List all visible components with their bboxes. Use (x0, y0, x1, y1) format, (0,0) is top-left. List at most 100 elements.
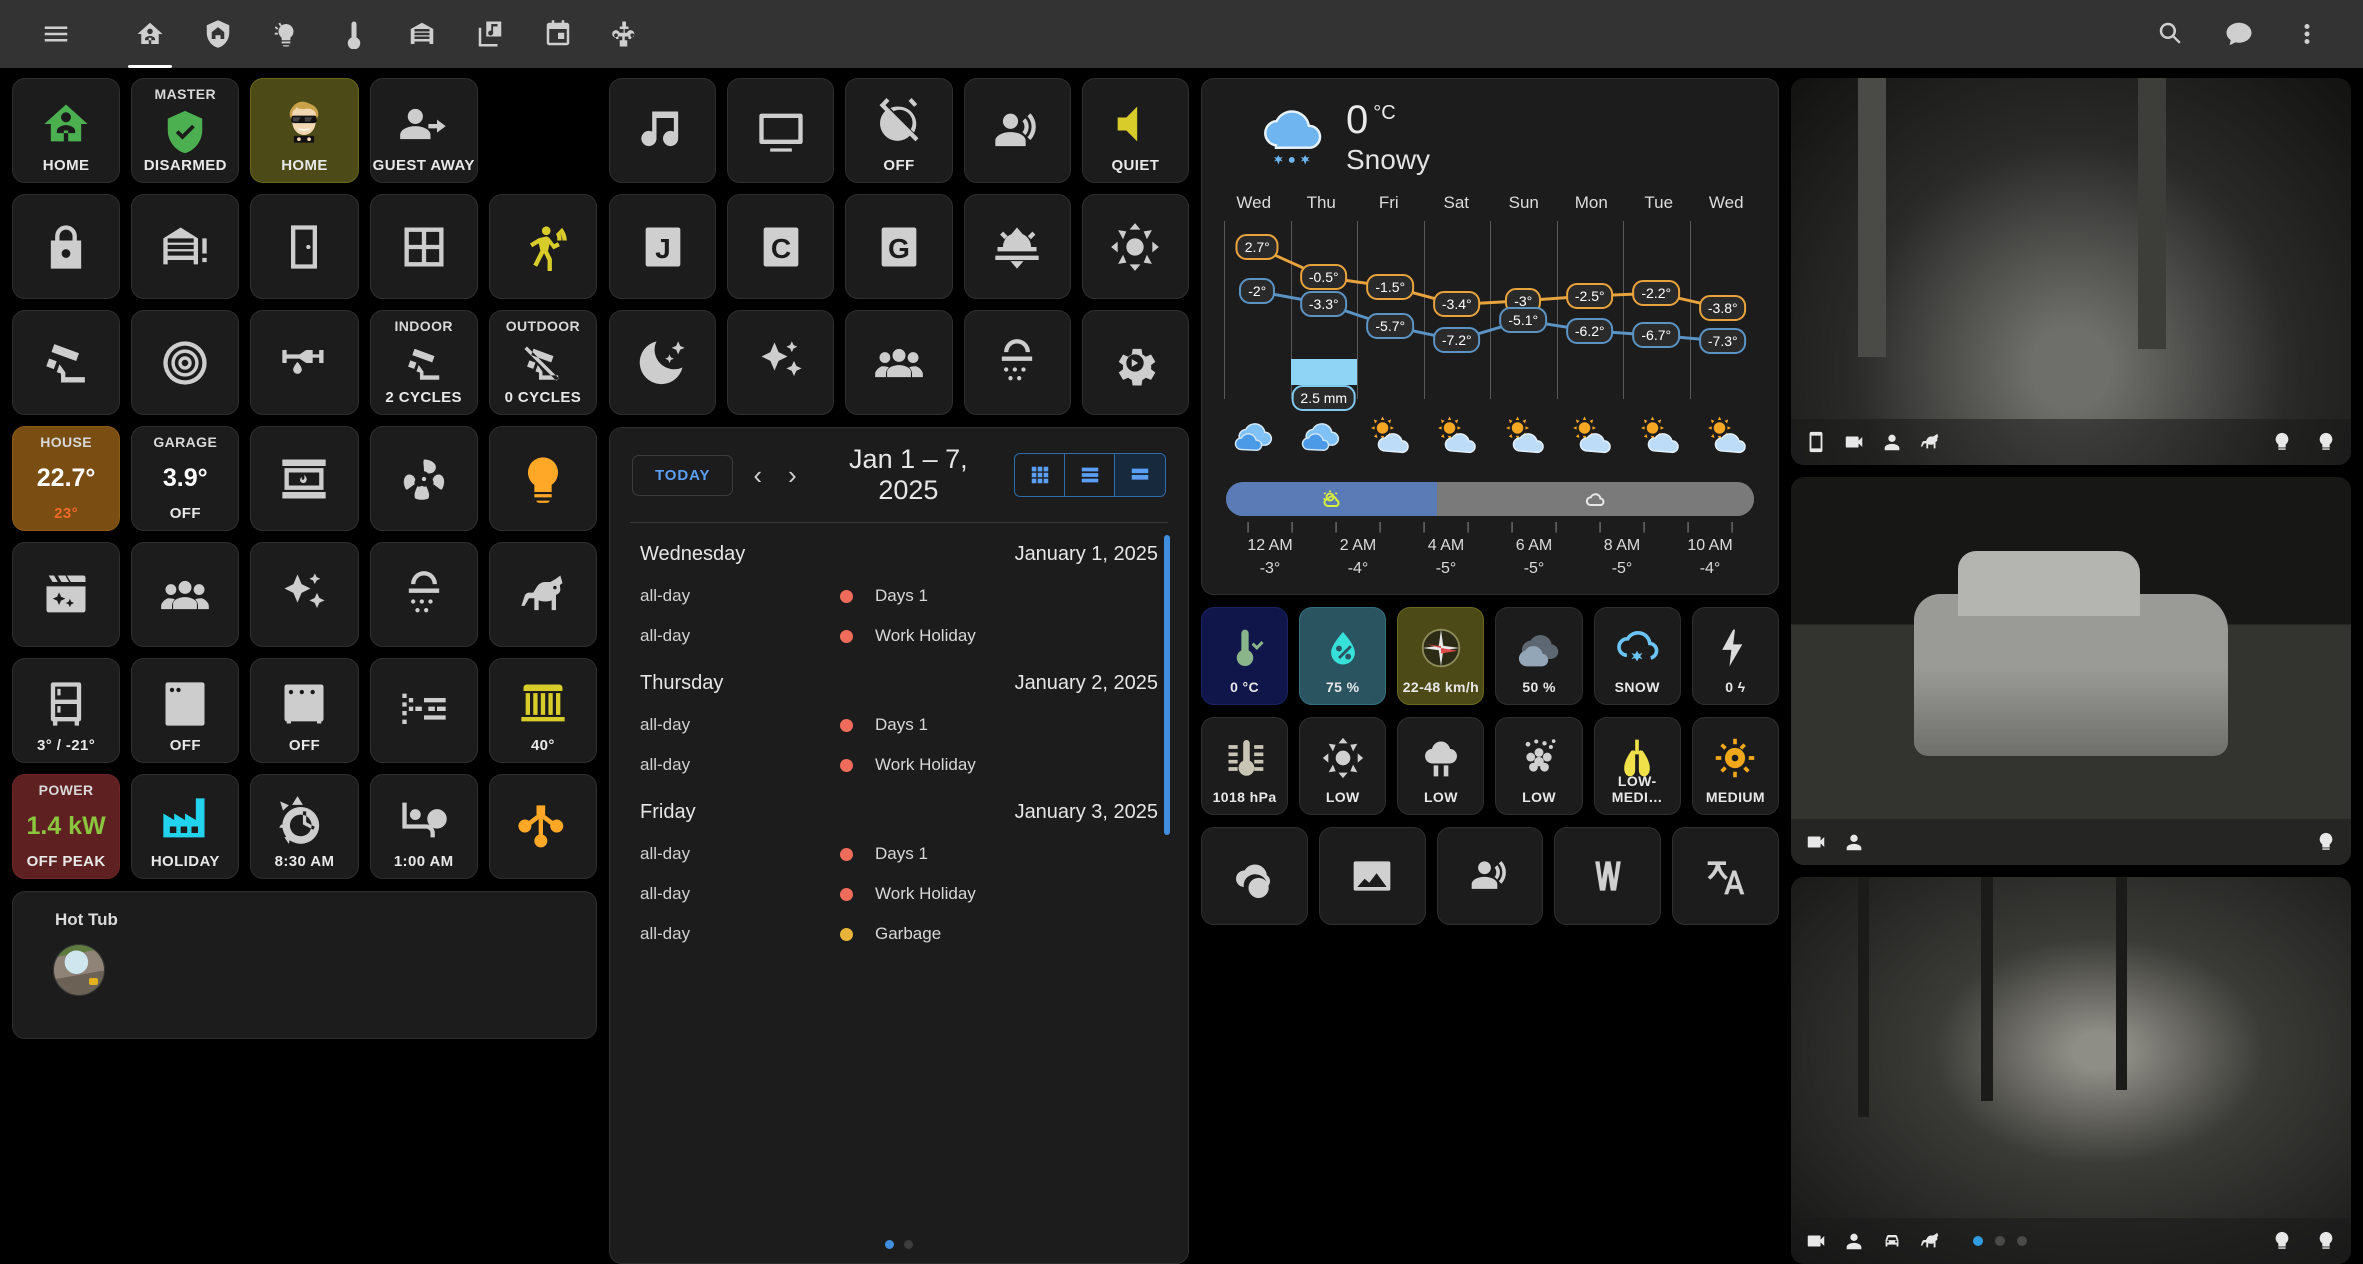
camera-street[interactable] (1791, 876, 2351, 1264)
calendar-prev-button[interactable]: ‹ (747, 462, 768, 488)
person-home-tile[interactable]: HOME (12, 78, 121, 183)
calendar-event-list[interactable]: Wednesday January 1, 2025 all-day Days 1 all… (626, 527, 1172, 1234)
guest-away-tile[interactable]: GUEST AWAY (369, 78, 478, 183)
lightbulb-icon[interactable] (2271, 1230, 2293, 1252)
clean-scene-tile[interactable] (250, 542, 359, 647)
calendar-event[interactable]: all-day Work Holiday (636, 616, 1162, 656)
menu-icon[interactable] (22, 4, 90, 64)
announce-tile[interactable] (963, 78, 1071, 183)
today-button[interactable]: TODAY (632, 454, 734, 496)
camera-page-dots[interactable] (1973, 1235, 2027, 1246)
camera-tile[interactable] (12, 310, 121, 415)
hot-tub-card[interactable]: Hot Tub (12, 891, 597, 1039)
pressure-sensor-tile[interactable]: 1018 hPa (1201, 717, 1289, 815)
indoor-cameras-tile[interactable]: INDOOR 2 CYCLES (369, 310, 478, 415)
holiday-tile[interactable]: HOLIDAY (131, 774, 240, 879)
pollution-tile[interactable]: LOW (1397, 717, 1485, 815)
shower-scene-tile[interactable] (369, 542, 478, 647)
announce2-tile[interactable] (1436, 827, 1544, 925)
alarm-clock-tile[interactable]: 8:30 AM (250, 774, 359, 879)
settings-run-tile[interactable] (1081, 310, 1189, 415)
heater-tile[interactable]: 40° (488, 658, 597, 763)
movie-scene-tile[interactable] (12, 542, 121, 647)
calendar-view-week[interactable] (1065, 454, 1115, 497)
humidity-sensor-tile[interactable]: 75 % (1299, 607, 1387, 705)
lightbulb-outline-icon[interactable] (2315, 831, 2337, 853)
translate-tile[interactable] (1672, 827, 1779, 925)
water-leak-tile[interactable] (250, 310, 359, 415)
brightness-tile[interactable] (1081, 194, 1189, 299)
page-dot[interactable] (1995, 1235, 2005, 1246)
shower2-tile[interactable] (963, 310, 1071, 415)
smoke-detector-tile[interactable] (131, 310, 240, 415)
tab-lights[interactable] (252, 4, 320, 64)
air-quality-tile[interactable]: LOW-MEDI… (1593, 717, 1681, 815)
assist-chat-icon[interactable] (2205, 4, 2273, 64)
printer-tile[interactable] (369, 658, 478, 763)
video-icon[interactable] (1805, 1230, 1827, 1252)
garage-alert-tile[interactable] (131, 194, 240, 299)
page-dot[interactable] (1973, 1235, 1983, 1246)
alarm-off-tile[interactable]: OFF (845, 78, 953, 183)
page-dot[interactable] (2017, 1235, 2027, 1246)
cellphone-icon[interactable] (1805, 431, 1827, 453)
fan-tile[interactable] (369, 426, 478, 531)
lock-tile[interactable] (12, 194, 121, 299)
person-icon[interactable] (1881, 431, 1903, 453)
door-tile[interactable] (250, 194, 359, 299)
camera-driveway[interactable] (1791, 477, 2351, 865)
tab-security[interactable] (184, 4, 252, 64)
calendar-view-day[interactable] (1115, 454, 1165, 497)
person-icon[interactable] (1843, 831, 1865, 853)
washer-tile[interactable]: OFF (131, 658, 240, 763)
dog-icon[interactable] (1919, 1230, 1941, 1252)
calibre-tile[interactable]: C (727, 194, 835, 299)
fridge-tile[interactable]: 3° / -21° (12, 658, 121, 763)
calendar-view-month[interactable] (1015, 454, 1065, 497)
alarm-master-tile[interactable]: MASTER DISARMED (131, 78, 240, 183)
uv-index-tile[interactable]: LOW (1299, 717, 1387, 815)
calendar-event[interactable]: all-day Work Holiday (636, 874, 1162, 914)
grafana-tile[interactable]: G (845, 194, 953, 299)
video-icon[interactable] (1805, 831, 1827, 853)
dog-scene-tile[interactable] (488, 542, 597, 647)
tv-tile[interactable] (727, 78, 835, 183)
calendar-event[interactable]: all-day Days 1 (636, 576, 1162, 616)
outdoor-cameras-tile[interactable]: OUTDOOR 0 CYCLES (488, 310, 597, 415)
calendar-next-button[interactable]: › (782, 462, 803, 488)
overflow-menu-icon[interactable] (2273, 4, 2341, 64)
volume-quiet-tile[interactable]: QUIET (1081, 78, 1189, 183)
page-dot[interactable] (904, 1240, 913, 1249)
calendar-event[interactable]: all-day Days 1 (636, 705, 1162, 745)
windy-tile[interactable] (1554, 827, 1662, 925)
wind-sensor-tile[interactable]: 22-48 km/h (1397, 607, 1485, 705)
power-tile[interactable]: POWER 1.4 kW OFF PEAK (12, 774, 121, 879)
person-avatar-tile[interactable]: HOME (250, 78, 359, 183)
person-icon[interactable] (1843, 1230, 1865, 1252)
tab-climate[interactable] (320, 4, 388, 64)
search-icon[interactable] (2137, 4, 2205, 64)
page-dot[interactable] (885, 1240, 894, 1249)
calendar-event[interactable]: all-day Work Holiday (636, 745, 1162, 785)
jellyfin-tile[interactable]: J (609, 194, 717, 299)
scrollbar-thumb[interactable] (1164, 535, 1170, 836)
calendar-event[interactable]: all-day Garbage (636, 914, 1162, 954)
tab-calendar[interactable] (524, 4, 592, 64)
lightbulb-outline-icon[interactable] (2315, 431, 2337, 453)
precip-type-tile[interactable]: SNOW (1593, 607, 1681, 705)
night-mode-tile[interactable] (609, 310, 717, 415)
camera-front-door[interactable] (1791, 78, 2351, 466)
car-icon[interactable] (1881, 1230, 1903, 1252)
dishwasher-tile[interactable]: OFF (250, 658, 359, 763)
sparkles2-tile[interactable] (727, 310, 835, 415)
tab-garage[interactable] (388, 4, 456, 64)
people-tile[interactable] (845, 310, 953, 415)
group-scene-tile[interactable] (131, 542, 240, 647)
automation-tile[interactable] (488, 774, 597, 879)
history-tile[interactable] (1201, 827, 1308, 925)
tab-home[interactable] (116, 4, 184, 68)
lightbulb-outline-icon[interactable] (2315, 1230, 2337, 1252)
fireplace-tile[interactable] (250, 426, 359, 531)
motion-tile[interactable] (488, 194, 597, 299)
video-icon[interactable] (1843, 431, 1865, 453)
